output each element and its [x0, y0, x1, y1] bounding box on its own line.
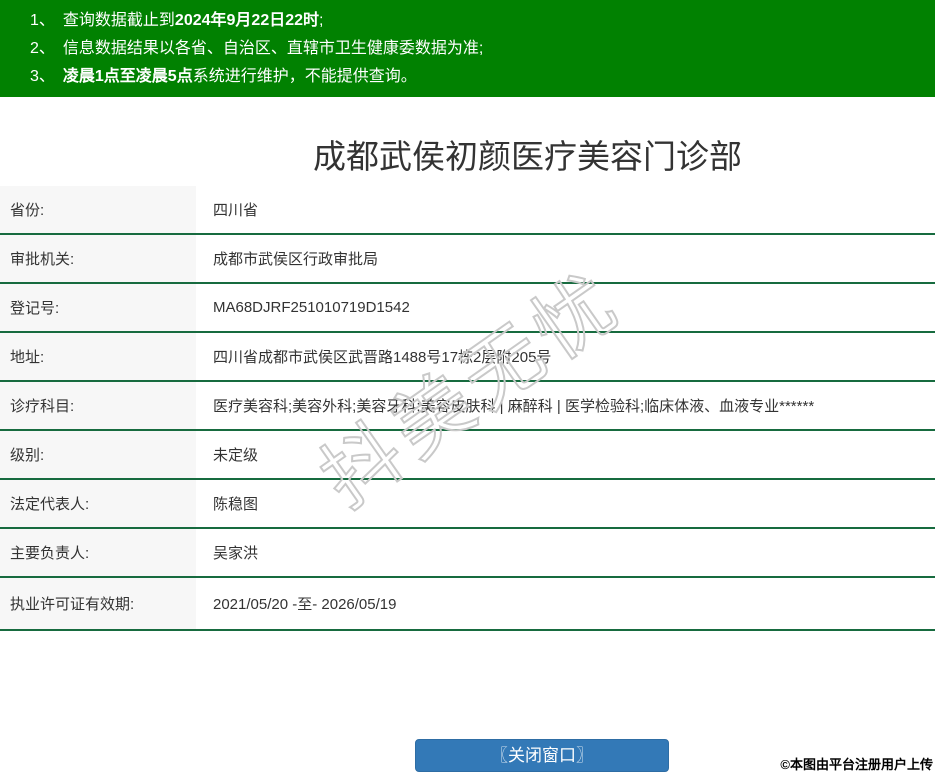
row-label: 审批机关:: [0, 235, 196, 282]
row-label: 法定代表人:: [0, 480, 196, 527]
notice-text: 信息数据结果以各省、自治区、直辖市卫生健康委数据为准;: [62, 40, 484, 57]
row-label: 执业许可证有效期:: [0, 578, 196, 629]
row-label: 省份:: [0, 186, 196, 233]
copyright-watermark: ©本图由平台注册用户上传: [780, 757, 933, 772]
table-row-principal: 主要负责人: 吴家洪: [0, 529, 935, 578]
table-row-registration-number: 登记号: MA68DJRF251010719D1542: [0, 284, 935, 333]
notice-line-number: 3、: [30, 68, 55, 85]
table-row-address: 地址: 四川省成都市武侯区武晋路1488号17栋2层附205号: [0, 333, 935, 382]
page-title: 成都武侯初颜医疗美容门诊部: [313, 138, 742, 175]
row-label: 诊疗科目:: [0, 382, 196, 429]
notice-line-number: 1、: [30, 12, 55, 29]
notice-line-1: 1、 查询数据截止到2024年9月22日22时;: [30, 7, 925, 35]
table-row-level: 级别: 未定级: [0, 431, 935, 480]
row-value: 成都市武侯区行政审批局: [213, 251, 379, 268]
table-row-license-validity: 执业许可证有效期: 2021/05/20 -至- 2026/05/19: [0, 578, 935, 631]
notice-line-number: 2、: [30, 40, 55, 57]
institution-info-table: 省份: 四川省 审批机关: 成都市武侯区行政审批局 登记号: MA68DJRF2…: [0, 186, 935, 631]
table-row-legal-representative: 法定代表人: 陈稳图: [0, 480, 935, 529]
row-label: 级别:: [0, 431, 196, 478]
notice-text: 系统进行维护，不能提供查询。: [192, 68, 417, 85]
row-value: 吴家洪: [213, 545, 259, 562]
row-label: 登记号:: [0, 284, 196, 331]
notice-text: ;: [319, 12, 324, 29]
table-row-province: 省份: 四川省: [0, 186, 935, 235]
row-label: 地址:: [0, 333, 196, 380]
notice-text: 查询数据截止到: [62, 12, 175, 29]
table-row-treatment-subjects: 诊疗科目: 医疗美容科;美容外科;美容牙科;美容皮肤科 | 麻醉科 | 医学检验…: [0, 382, 935, 431]
row-value: 未定级: [213, 447, 259, 464]
notice-line-2: 2、 信息数据结果以各省、自治区、直辖市卫生健康委数据为准;: [30, 35, 925, 63]
row-value: MA68DJRF251010719D1542: [213, 299, 410, 316]
close-window-button[interactable]: 〖关闭窗口〗: [415, 739, 669, 772]
row-label: 主要负责人:: [0, 529, 196, 576]
row-value: 2021/05/20 -至- 2026/05/19: [213, 596, 397, 613]
table-row-approval-authority: 审批机关: 成都市武侯区行政审批局: [0, 235, 935, 284]
notice-text-bold: 凌晨1点至凌晨5点: [62, 68, 193, 85]
notice-line-3: 3、 凌晨1点至凌晨5点系统进行维护，不能提供查询。: [30, 63, 925, 91]
row-value: 陈稳图: [213, 496, 259, 513]
row-value: 四川省: [213, 202, 259, 219]
row-value: 医疗美容科;美容外科;美容牙科;美容皮肤科 | 麻醉科 | 医学检验科;临床体液…: [213, 398, 815, 415]
notice-banner: 1、 查询数据截止到2024年9月22日22时; 2、 信息数据结果以各省、自治区、…: [0, 0, 935, 97]
notice-text-bold: 2024年9月22日22时: [174, 12, 320, 29]
row-value: 四川省成都市武侯区武晋路1488号17栋2层附205号: [213, 349, 552, 366]
